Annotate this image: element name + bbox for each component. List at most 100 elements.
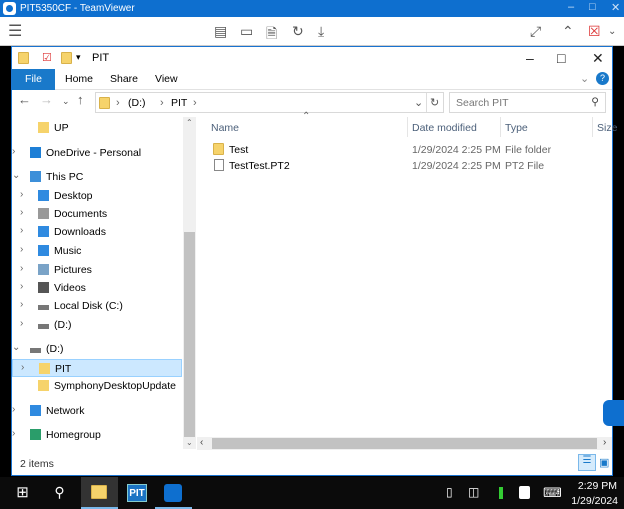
chevron-right-icon[interactable]: › xyxy=(20,189,23,200)
tab-share[interactable]: Share xyxy=(110,73,138,85)
forward-button[interactable]: → xyxy=(40,92,53,107)
taskbar-pit-app[interactable]: PIT xyxy=(118,477,155,509)
minimize-icon[interactable]: – xyxy=(568,1,574,13)
desktop-icon xyxy=(38,190,49,201)
nav-item-this-pc[interactable]: ⌄ This PC xyxy=(12,168,182,186)
tab-file[interactable]: File xyxy=(12,69,55,90)
collapse-icon[interactable]: ⌃ xyxy=(562,23,574,40)
nav-scrollbar-thumb[interactable] xyxy=(184,232,195,437)
nav-item-pictures[interactable]: › Pictures xyxy=(12,261,182,279)
nav-item-pit[interactable]: › PIT xyxy=(12,359,182,377)
nav-item-local-disk-c[interactable]: › Local Disk (C:) xyxy=(12,297,182,315)
column-date-modified[interactable]: Date modified xyxy=(412,122,477,134)
nav-item-up[interactable]: UP xyxy=(12,119,182,137)
nav-item-label: Pictures xyxy=(54,264,92,276)
breadcrumb-separator: › xyxy=(193,97,197,109)
chevron-right-icon[interactable]: › xyxy=(20,263,23,274)
nav-item-homegroup[interactable]: › Homegroup xyxy=(12,426,182,444)
minimize-button[interactable]: – xyxy=(526,50,534,66)
chevron-right-icon[interactable]: › xyxy=(20,281,23,292)
address-dropdown-icon[interactable]: ⌄ xyxy=(414,96,423,109)
column-size[interactable]: Size xyxy=(597,122,617,134)
chevron-down-icon[interactable]: ⌄ xyxy=(12,342,20,353)
nav-item-d[interactable]: › (D:) xyxy=(12,316,182,334)
properties-icon[interactable]: ☑ xyxy=(42,51,52,64)
close-icon[interactable]: ✕ xyxy=(611,1,620,14)
chevron-right-icon[interactable]: › xyxy=(12,404,15,415)
chevron-right-icon[interactable]: › xyxy=(20,318,23,329)
tab-view[interactable]: View xyxy=(155,73,178,85)
chevron-right-icon[interactable]: › xyxy=(12,428,15,439)
nav-item-documents[interactable]: › Documents xyxy=(12,205,182,223)
nav-item-label: Desktop xyxy=(54,190,93,202)
folder-icon xyxy=(38,122,49,133)
tab-home[interactable]: Home xyxy=(65,73,93,85)
large-icons-view-button[interactable]: ▣ xyxy=(599,456,609,469)
column-type[interactable]: Type xyxy=(505,122,528,134)
clock-time[interactable]: 2:29 PM xyxy=(577,480,617,492)
file-row[interactable]: Test 1/29/2024 2:25 PM File folder xyxy=(197,141,612,158)
keyboard-icon[interactable]: ▭ xyxy=(240,23,253,40)
network-tray-icon[interactable]: ◫ xyxy=(468,485,479,499)
chevron-down-icon[interactable]: ⌄ xyxy=(608,26,616,37)
start-icon[interactable]: ⊞ xyxy=(4,477,41,509)
up-button[interactable]: ↑ xyxy=(77,92,84,107)
chevron-right-icon[interactable]: › xyxy=(20,207,23,218)
scroll-left-icon[interactable]: ‹ xyxy=(200,437,203,448)
nav-item-symphonydesktopupdate[interactable]: SymphonyDesktopUpdate xyxy=(12,377,182,395)
back-button[interactable]: ← xyxy=(18,92,31,107)
search-icon[interactable]: ⚲ xyxy=(41,477,78,509)
nav-item-network[interactable]: › Network xyxy=(12,402,182,420)
new-folder-icon[interactable] xyxy=(61,52,72,64)
nav-item-videos[interactable]: › Videos xyxy=(12,279,182,297)
scroll-down-icon[interactable]: ⌄ xyxy=(186,438,193,447)
recent-locations-icon[interactable]: ⌄ xyxy=(62,96,70,107)
chevron-down-icon[interactable]: ⌄ xyxy=(12,170,20,181)
close-button[interactable]: ✕ xyxy=(592,50,604,67)
nav-item-label: Network xyxy=(46,405,85,417)
tablet-icon[interactable] xyxy=(519,486,530,499)
sort-ascending-icon: ⌃ xyxy=(302,111,311,122)
actions-icon[interactable]: ↻ xyxy=(292,23,304,40)
taskbar-teamviewer[interactable] xyxy=(155,477,192,509)
menu-icon[interactable]: ☰ xyxy=(8,21,22,41)
customize-qat-icon[interactable]: ▾ xyxy=(76,52,81,63)
help-icon[interactable]: ? xyxy=(596,72,609,85)
file-transfer-icon[interactable]: 🗎 xyxy=(266,23,277,47)
chevron-right-icon[interactable]: › xyxy=(20,299,23,310)
nav-item-d[interactable]: ⌄ (D:) xyxy=(12,340,182,358)
keyboard-tray-icon[interactable]: ⌨ xyxy=(543,485,562,501)
nav-item-desktop[interactable]: › Desktop xyxy=(12,187,182,205)
fullscreen-icon[interactable]: ⤢ xyxy=(530,23,541,40)
download-icon[interactable]: ⤓ xyxy=(318,23,324,40)
chevron-right-icon[interactable]: › xyxy=(20,244,23,255)
refresh-icon[interactable]: ↻ xyxy=(430,96,439,109)
breadcrumb-pit[interactable]: PIT xyxy=(171,97,187,109)
teamviewer-side-panel-icon[interactable] xyxy=(603,400,624,426)
dashboard-icon[interactable]: ▤ xyxy=(214,23,227,40)
address-bar[interactable]: › (D:) › PIT › ⌄ ↻ xyxy=(95,92,444,113)
maximize-button[interactable]: □ xyxy=(557,50,565,66)
column-name[interactable]: Name xyxy=(211,122,239,134)
details-view-button[interactable]: ☰ xyxy=(578,454,596,471)
scroll-right-icon[interactable]: › xyxy=(603,437,606,448)
maximize-icon[interactable]: □ xyxy=(589,1,596,13)
end-session-icon[interactable]: ☒ xyxy=(588,23,601,40)
search-input[interactable]: Search PIT ⚲ xyxy=(449,92,606,113)
nav-item-downloads[interactable]: › Downloads xyxy=(12,223,182,241)
expand-ribbon-icon[interactable]: ⌄ xyxy=(580,72,589,85)
chevron-right-icon[interactable]: › xyxy=(12,146,15,157)
nav-item-music[interactable]: › Music xyxy=(12,242,182,260)
horizontal-scrollbar-thumb[interactable] xyxy=(212,438,597,449)
breadcrumb-d[interactable]: (D:) xyxy=(128,97,146,109)
clock-date[interactable]: 1/29/2024 xyxy=(568,495,618,507)
usb-icon[interactable]: ▯ xyxy=(446,485,453,499)
scroll-up-icon[interactable]: ⌃ xyxy=(186,118,193,127)
nav-item-onedrive-personal[interactable]: › OneDrive - Personal xyxy=(12,144,182,162)
chevron-right-icon[interactable]: › xyxy=(21,362,24,373)
battery-icon[interactable] xyxy=(499,487,503,499)
taskbar-file-explorer[interactable] xyxy=(81,477,118,509)
chevron-right-icon[interactable]: › xyxy=(20,225,23,236)
pictures-icon xyxy=(38,264,49,275)
file-row[interactable]: TestTest.PT2 1/29/2024 2:25 PM PT2 File xyxy=(197,157,612,174)
